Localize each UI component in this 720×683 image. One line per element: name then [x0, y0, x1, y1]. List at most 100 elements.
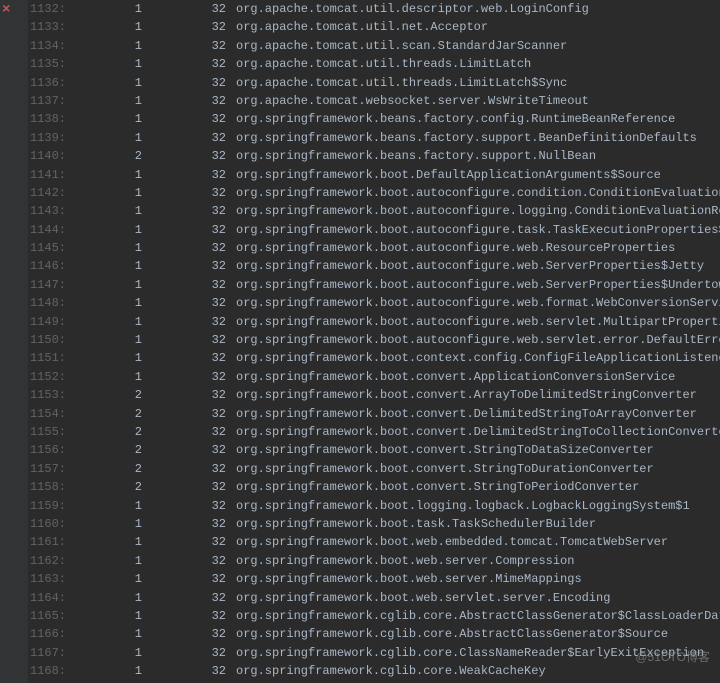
watermark: @51CTO博客 — [635, 648, 710, 665]
code-row[interactable]: 1137:132org.apache.tomcat.websocket.serv… — [28, 92, 720, 110]
class-name: org.apache.tomcat.util.threads.LimitLatc… — [234, 55, 531, 73]
code-row[interactable]: 1162:132org.springframework.boot.web.ser… — [28, 552, 720, 570]
code-row[interactable]: 1163:132org.springframework.boot.web.ser… — [28, 570, 720, 588]
code-row[interactable]: 1167:132org.springframework.cglib.core.C… — [28, 644, 720, 662]
instances-count: 1 — [70, 110, 150, 128]
bytes-count: 32 — [150, 515, 234, 533]
code-row[interactable]: 1165:132org.springframework.cglib.core.A… — [28, 607, 720, 625]
code-row[interactable]: 1144:132org.springframework.boot.autocon… — [28, 221, 720, 239]
bytes-count: 32 — [150, 625, 234, 643]
line-number: 1135: — [28, 55, 70, 73]
code-row[interactable]: 1166:132org.springframework.cglib.core.A… — [28, 625, 720, 643]
bytes-count: 32 — [150, 0, 234, 18]
bytes-count: 32 — [150, 478, 234, 496]
class-name: org.springframework.beans.factory.suppor… — [234, 129, 697, 147]
code-row[interactable]: 1138:132org.springframework.beans.factor… — [28, 110, 720, 128]
class-name: org.springframework.cglib.core.AbstractC… — [234, 625, 668, 643]
code-row[interactable]: 1146:132org.springframework.boot.autocon… — [28, 257, 720, 275]
bytes-count: 32 — [150, 239, 234, 257]
code-row[interactable]: 1140:232org.springframework.beans.factor… — [28, 147, 720, 165]
instances-count: 2 — [70, 478, 150, 496]
instances-count: 1 — [70, 570, 150, 588]
code-row[interactable]: 1134:132org.apache.tomcat.util.scan.Stan… — [28, 37, 720, 55]
code-row[interactable]: 1139:132org.springframework.beans.factor… — [28, 129, 720, 147]
code-row[interactable]: 1151:132org.springframework.boot.context… — [28, 349, 720, 367]
code-content[interactable]: 1132:132org.apache.tomcat.util.descripto… — [28, 0, 720, 683]
code-row[interactable]: 1153:232org.springframework.boot.convert… — [28, 386, 720, 404]
class-name: org.apache.tomcat.websocket.server.WsWri… — [234, 92, 589, 110]
class-name: org.springframework.boot.web.server.Comp… — [234, 552, 574, 570]
class-name: org.springframework.boot.convert.ArrayTo… — [234, 386, 697, 404]
code-row[interactable]: 1147:132org.springframework.boot.autocon… — [28, 276, 720, 294]
line-number: 1161: — [28, 533, 70, 551]
class-name: org.apache.tomcat.util.threads.LimitLatc… — [234, 74, 567, 92]
bytes-count: 32 — [150, 294, 234, 312]
instances-count: 1 — [70, 533, 150, 551]
instances-count: 2 — [70, 386, 150, 404]
bytes-count: 32 — [150, 662, 234, 680]
bytes-count: 32 — [150, 441, 234, 459]
class-name: org.apache.tomcat.util.descriptor.web.Lo… — [234, 0, 589, 18]
code-row[interactable]: 1145:132org.springframework.boot.autocon… — [28, 239, 720, 257]
code-row[interactable]: 1136:132org.apache.tomcat.util.threads.L… — [28, 74, 720, 92]
instances-count: 1 — [70, 644, 150, 662]
code-row[interactable]: 1135:132org.apache.tomcat.util.threads.L… — [28, 55, 720, 73]
bytes-count: 32 — [150, 55, 234, 73]
code-row[interactable]: 1157:232org.springframework.boot.convert… — [28, 460, 720, 478]
class-name: org.springframework.boot.convert.Applica… — [234, 368, 675, 386]
line-number: 1140: — [28, 147, 70, 165]
instances-count: 1 — [70, 18, 150, 36]
instances-count: 1 — [70, 313, 150, 331]
code-row[interactable]: 1159:132org.springframework.boot.logging… — [28, 497, 720, 515]
code-row[interactable]: 1161:132org.springframework.boot.web.emb… — [28, 533, 720, 551]
code-row[interactable]: 1168:132org.springframework.cglib.core.W… — [28, 662, 720, 680]
instances-count: 1 — [70, 349, 150, 367]
code-row[interactable]: 1142:132org.springframework.boot.autocon… — [28, 184, 720, 202]
bytes-count: 32 — [150, 552, 234, 570]
class-name: org.springframework.boot.convert.StringT… — [234, 441, 654, 459]
class-name: org.springframework.boot.web.servlet.ser… — [234, 589, 610, 607]
instances-count: 1 — [70, 257, 150, 275]
code-row[interactable]: 1133:132org.apache.tomcat.util.net.Accep… — [28, 18, 720, 36]
code-row[interactable]: 1155:232org.springframework.boot.convert… — [28, 423, 720, 441]
line-number: 1144: — [28, 221, 70, 239]
code-row[interactable]: 1152:132org.springframework.boot.convert… — [28, 368, 720, 386]
line-number: 1159: — [28, 497, 70, 515]
bytes-count: 32 — [150, 460, 234, 478]
bytes-count: 32 — [150, 202, 234, 220]
code-row[interactable]: 1143:132org.springframework.boot.autocon… — [28, 202, 720, 220]
class-name: org.springframework.boot.convert.Delimit… — [234, 423, 720, 441]
class-name: org.springframework.boot.convert.StringT… — [234, 460, 654, 478]
close-icon[interactable]: × — [2, 2, 10, 18]
bytes-count: 32 — [150, 166, 234, 184]
code-row[interactable]: 1149:132org.springframework.boot.autocon… — [28, 313, 720, 331]
instances-count: 1 — [70, 55, 150, 73]
class-name: org.springframework.cglib.core.WeakCache… — [234, 662, 546, 680]
class-name: org.springframework.beans.factory.suppor… — [234, 147, 596, 165]
class-name: org.springframework.boot.web.embedded.to… — [234, 533, 668, 551]
code-row[interactable]: 1154:232org.springframework.boot.convert… — [28, 405, 720, 423]
line-number: 1132: — [28, 0, 70, 18]
line-number: 1160: — [28, 515, 70, 533]
code-row[interactable]: 1132:132org.apache.tomcat.util.descripto… — [28, 0, 720, 18]
instances-count: 1 — [70, 92, 150, 110]
bytes-count: 32 — [150, 184, 234, 202]
code-row[interactable]: 1150:132org.springframework.boot.autocon… — [28, 331, 720, 349]
code-row[interactable]: 1158:232org.springframework.boot.convert… — [28, 478, 720, 496]
code-row[interactable]: 1160:132org.springframework.boot.task.Ta… — [28, 515, 720, 533]
code-row[interactable]: 1141:132org.springframework.boot.Default… — [28, 166, 720, 184]
bytes-count: 32 — [150, 37, 234, 55]
instances-count: 1 — [70, 662, 150, 680]
instances-count: 1 — [70, 239, 150, 257]
bytes-count: 32 — [150, 368, 234, 386]
code-row[interactable]: 1156:232org.springframework.boot.convert… — [28, 441, 720, 459]
code-row[interactable]: 1164:132org.springframework.boot.web.ser… — [28, 589, 720, 607]
code-row[interactable]: 1148:132org.springframework.boot.autocon… — [28, 294, 720, 312]
line-number: 1143: — [28, 202, 70, 220]
bytes-count: 32 — [150, 589, 234, 607]
class-name: org.springframework.boot.autoconfigure.w… — [234, 331, 720, 349]
class-name: org.springframework.boot.autoconfigure.w… — [234, 313, 720, 331]
instances-count: 1 — [70, 0, 150, 18]
class-name: org.springframework.cglib.core.AbstractC… — [234, 607, 720, 625]
line-number: 1163: — [28, 570, 70, 588]
